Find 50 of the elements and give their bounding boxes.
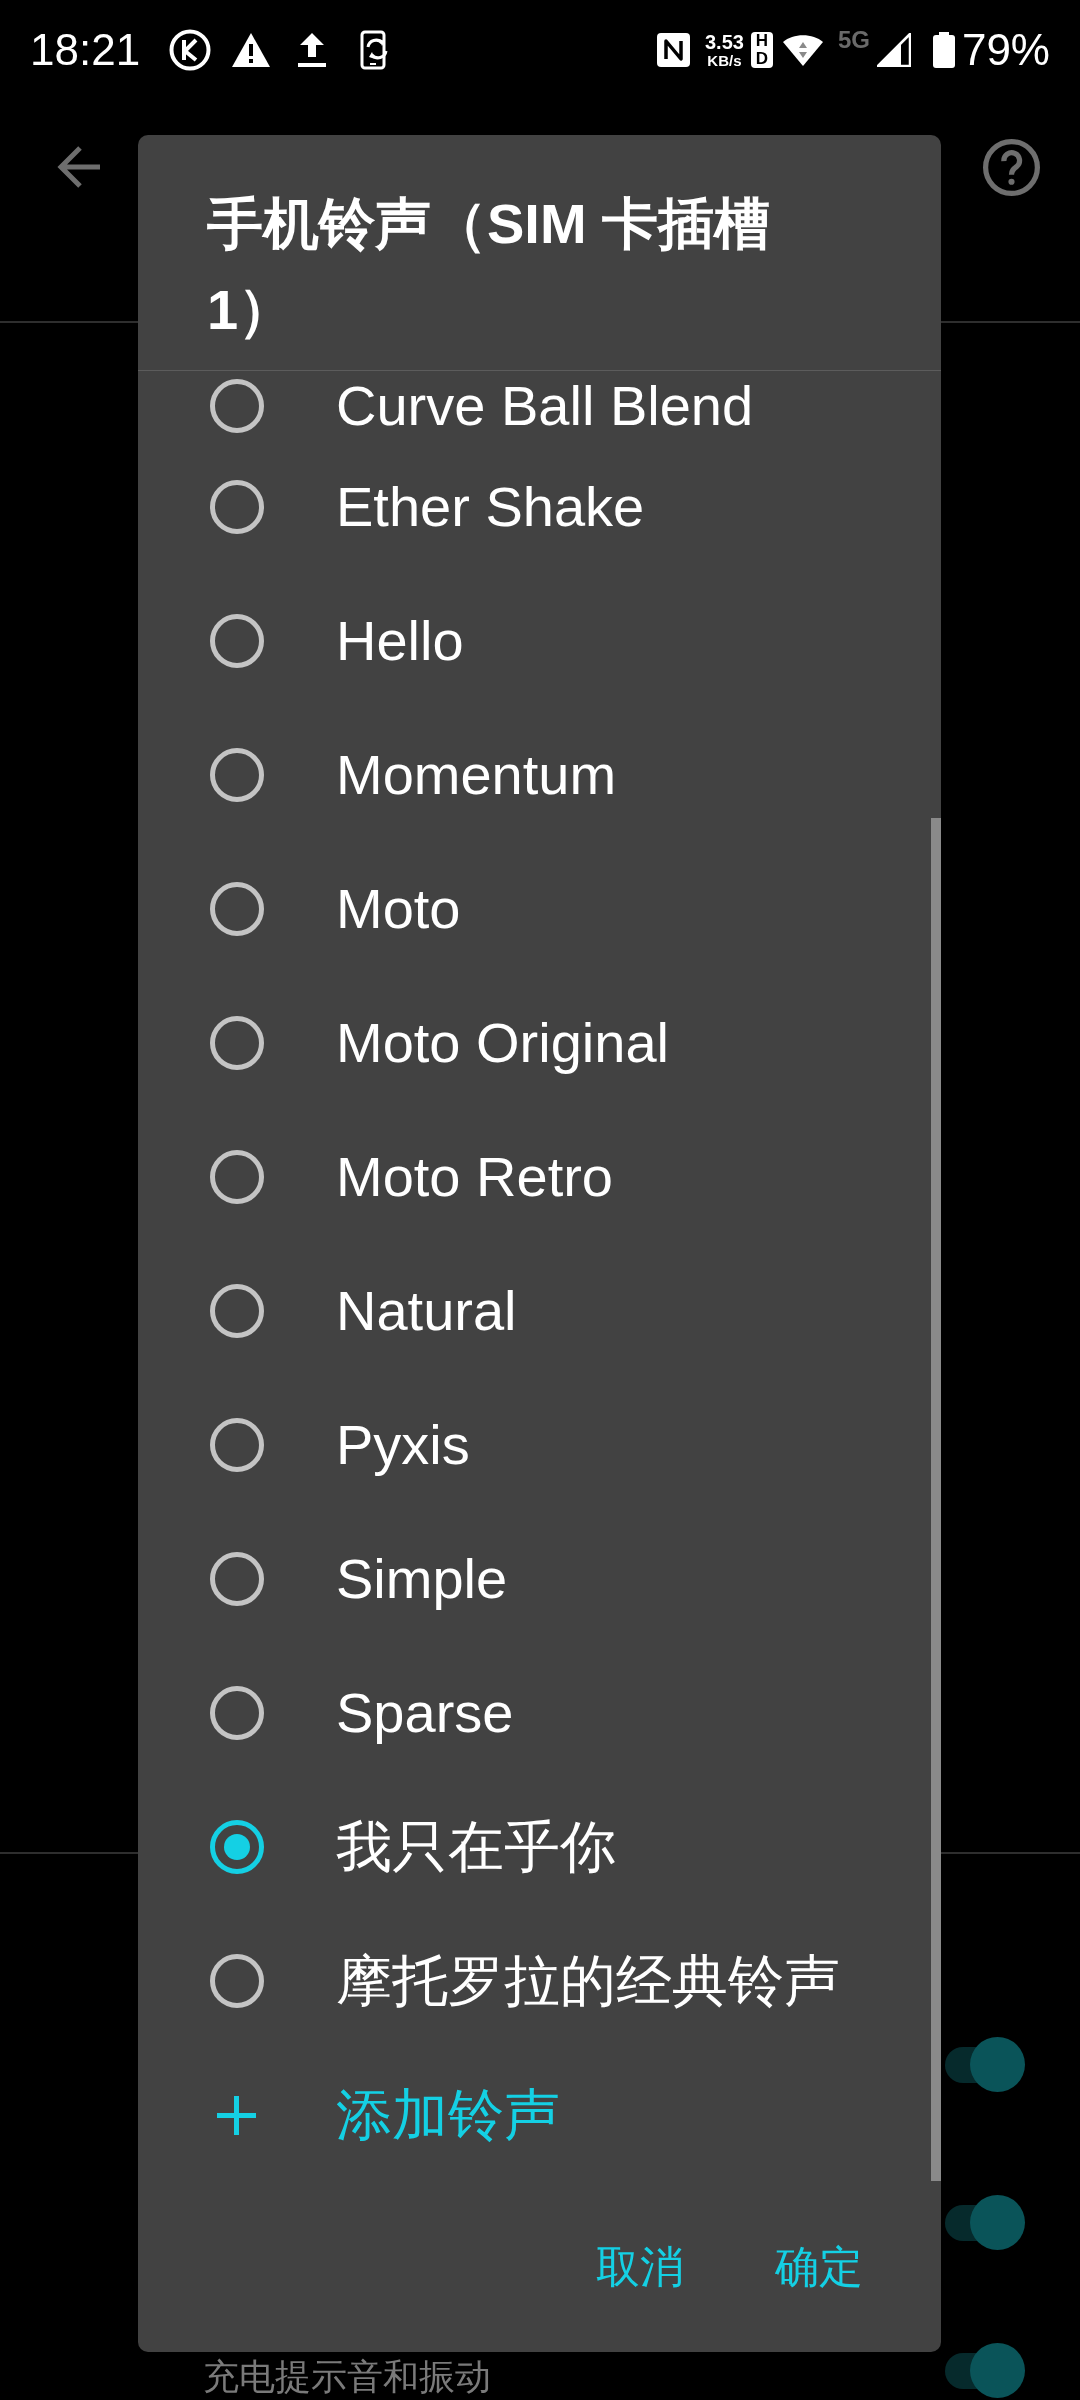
nfc-icon [656,33,690,67]
circled-k-icon [169,29,212,71]
radio-button[interactable] [210,1686,264,1740]
ringtone-option[interactable]: Sparse [210,1681,514,1745]
ringtone-option[interactable]: Hello [210,609,464,673]
radio-button[interactable] [210,748,264,802]
add-ringtone-button[interactable]: 添加铃声 [217,2083,560,2147]
ringtone-option[interactable]: Moto [210,877,461,941]
ringtone-option[interactable]: 我只在乎你 [210,1815,616,1879]
radio-button[interactable] [210,1820,264,1874]
speed-unit: KB/s [707,51,742,69]
warning-icon [231,32,272,68]
radio-button[interactable] [210,480,264,534]
battery-percent: 79% [961,25,1050,75]
ringtone-option[interactable]: Simple [210,1547,508,1611]
dialog-button[interactable]: 确定 [751,2225,887,2309]
upload-icon [298,32,327,68]
ringtone-option[interactable]: Momentum [210,743,617,807]
ringtone-option[interactable]: Moto Retro [210,1145,613,1209]
radio-button[interactable] [210,1552,264,1606]
ringtone-option[interactable]: 摩托罗拉的经典铃声 [210,1949,840,2013]
radio-button[interactable] [210,1284,264,1338]
plus-icon [217,2095,256,2135]
status-time: 18:21 [30,25,141,75]
ringtone-option[interactable]: Moto Original [210,1011,670,1075]
ringtone-option[interactable]: Pyxis [210,1413,470,1477]
radio-button[interactable] [210,1418,264,1472]
dialog-title: 手机铃声（SIM 卡插槽 1） [207,191,772,343]
hd-badge: HD [750,32,773,68]
toggle-switch[interactable] [945,2194,1025,2250]
radio-button[interactable] [210,614,264,668]
dialog-button[interactable]: 取消 [572,2225,708,2309]
radio-button[interactable] [210,1016,264,1070]
network-type: 5G [837,28,870,52]
ringtone-option[interactable]: Ether Shake [210,475,645,539]
toggle-switch[interactable] [945,2036,1025,2092]
radio-button[interactable] [210,882,264,936]
radio-button[interactable] [210,1954,264,2008]
setting-label: 充电提示音和振动 [203,2356,491,2398]
back-arrow-icon[interactable] [56,144,102,190]
wifi-icon [781,33,824,67]
ringtone-option[interactable]: Natural [210,1279,517,1343]
radio-button[interactable] [210,1150,264,1204]
toggle-switch[interactable] [945,2343,1025,2398]
help-icon[interactable] [983,139,1040,196]
ringtone-option[interactable]: Curve Ball Blend [210,373,754,438]
signal-icon [876,33,911,67]
radio-button[interactable] [210,378,264,433]
speed-value: 3.53 [704,31,744,52]
battery-icon [932,32,955,68]
